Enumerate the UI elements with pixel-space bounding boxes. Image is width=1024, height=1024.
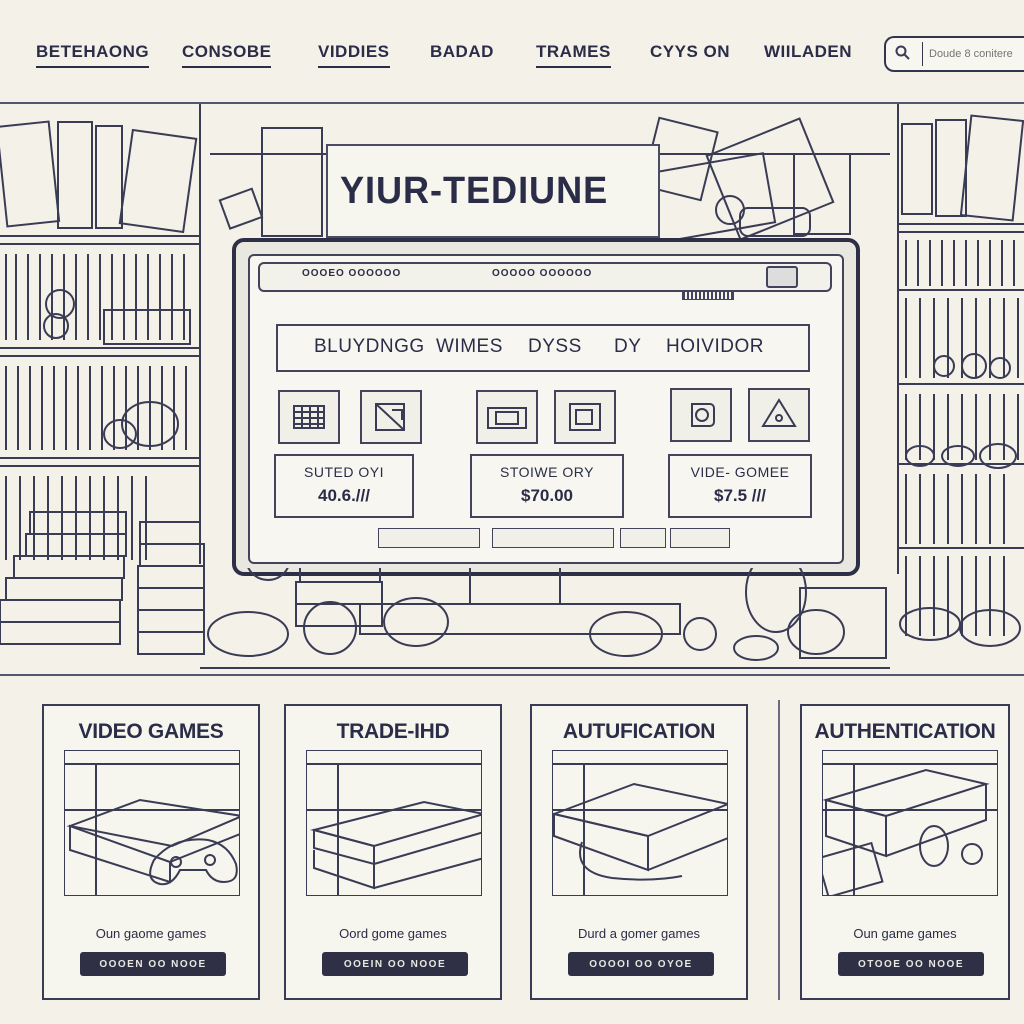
browser-page-title: OOOOO OOOOOO [492,268,593,279]
card-title: AUTUFICATION [562,720,716,743]
nav-item-6[interactable]: CYYS ON [650,42,730,62]
browser-go-button[interactable] [766,266,798,288]
price-card-value: $70.00 [521,486,573,505]
controller-icon [149,838,238,886]
card-title: TRADE-IHD [336,720,450,743]
browser-progress-strip [682,290,734,300]
warning-icon[interactable] [748,388,810,442]
tagline-word-3: DYSS [528,336,582,357]
nav-item-2[interactable]: CONSOBE [182,42,272,68]
screen-control-2[interactable] [492,528,614,548]
nav-item-7[interactable]: WIILADEN [764,42,852,62]
price-card-1[interactable]: SUTED OYI 40.6./// [274,454,414,518]
cart-icon[interactable] [278,390,340,444]
card-description: Durd a gomer games [577,926,701,941]
nav-item-3[interactable]: VIDDIES [318,42,390,68]
price-card-value: $7.5 /// [714,486,766,505]
nav-item-4[interactable]: BADAD [430,42,494,62]
card-cta-button[interactable]: OTOOE OO NOOE [838,952,984,976]
search-input[interactable] [922,42,1024,66]
tagline-word-5: HOIVIDOR [666,336,764,357]
category-card-authentication-1[interactable]: AUTUFICATION Durd a gomer games OOOOI OO… [530,704,748,1000]
nav-item-1[interactable]: BETEHAONG [36,42,150,68]
tagline-word-2: WIMES [436,336,503,357]
card-title: AUTHENTICATION [814,720,996,743]
tagline-word-4: DY [614,336,642,357]
nav-item-5[interactable]: TRAMES [536,42,611,68]
price-card-label: SUTED OYI [304,464,384,480]
search-icon[interactable] [894,44,912,62]
price-card-2[interactable]: STOIWE ORY $70.00 [470,454,624,518]
card-cta-button[interactable]: OOOOI OO OYOE [568,952,714,976]
floor-decor [200,568,890,669]
card-title: VIDEO GAMES [78,720,224,743]
card-description: Oun game games [853,926,957,941]
price-card-label: VIDE- GOMEE [690,464,790,480]
category-card-trade-in[interactable]: TRADE-IHD Oord gome games OOEIN OO NOOE [284,704,502,1000]
price-card-label: STOIWE ORY [500,464,594,480]
card-cta-button[interactable]: OOOEN OO NOOE [80,952,226,976]
box-icon[interactable] [360,390,422,444]
console-icon [822,750,998,896]
console-icon [64,750,240,896]
search-box[interactable] [884,36,1024,72]
tagline-word-1: BLUYDNGG [314,336,425,357]
disc-icon[interactable] [670,388,732,442]
price-card-value: 40.6./// [318,486,370,505]
console-icon [552,750,728,896]
screen-control-3[interactable] [620,528,666,548]
price-card-3[interactable]: VIDE- GOMEE $7.5 /// [668,454,812,518]
hero-banner: YIUR-TEDIUNE OOOEO OOOOOO OOOOO OOOOOO B… [0,102,1024,676]
browser-url-text: OOOEO OOOOOO [302,268,402,279]
category-card-video-games[interactable]: VIDEO GAMES Oun gaome games OOOEN OO NOO… [42,704,260,1000]
card-divider [778,700,780,1000]
card-description: Oord gome games [339,926,447,941]
cash-icon[interactable] [476,390,538,444]
photo-icon[interactable] [554,390,616,444]
screen-control-4[interactable] [670,528,730,548]
card-cta-button[interactable]: OOEIN OO NOOE [322,952,468,976]
card-description: Oun gaome games [95,926,207,941]
right-bookshelf [897,104,1024,647]
screen-control-1[interactable] [378,528,480,548]
left-bookshelf [0,104,205,655]
hero-title: YIUR-TEDIUNE [340,170,609,212]
console-icon [306,750,482,896]
top-navigation: BETEHAONG CONSOBE VIDDIES BADAD TRAMES C… [0,0,1024,100]
category-card-authentication-2[interactable]: AUTHENTICATION Oun game games OTOOE OO N… [800,704,1010,1000]
